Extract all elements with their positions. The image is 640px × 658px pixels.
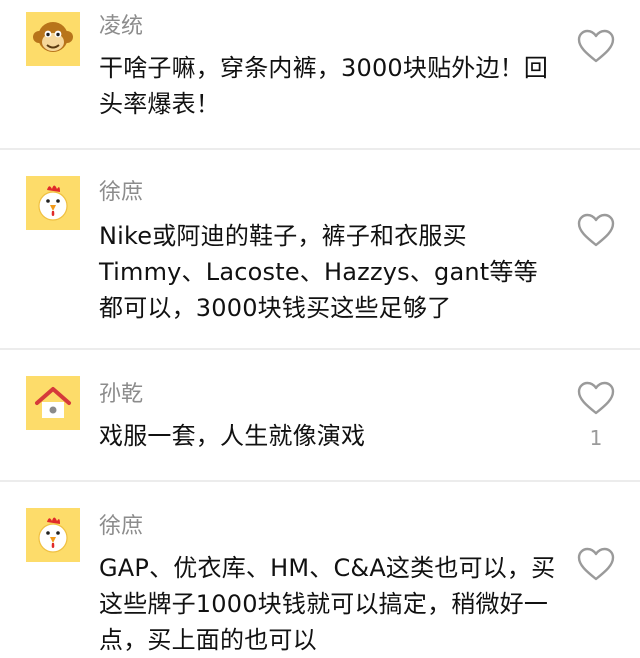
comment-username[interactable]: 徐庶	[99, 180, 143, 206]
monkey-avatar-icon	[33, 22, 73, 52]
comment-text: GAP、优衣库、HM、C&A这类也可以，买这些牌子1000块钱就可以搞定，稍微好…	[99, 554, 556, 654]
avatar[interactable]	[26, 376, 80, 430]
comment-text: Nike或阿迪的鞋子，裤子和衣服买Timmy、Lacoste、Hazzys、ga…	[99, 222, 538, 322]
heart-icon[interactable]	[576, 212, 616, 248]
comment-username[interactable]: 徐庶	[99, 514, 143, 540]
avatar[interactable]	[26, 12, 80, 66]
comment-text: 干啥子嘛，穿条内裤，3000块贴外边！回头率爆表！	[99, 54, 549, 118]
heart-icon[interactable]	[576, 546, 616, 582]
comment-username[interactable]: 凌统	[99, 14, 143, 40]
heart-icon[interactable]	[576, 28, 616, 64]
like-count: 1	[589, 426, 603, 450]
divider	[0, 148, 640, 150]
comment-text: 戏服一套，人生就像演戏	[99, 422, 366, 450]
divider	[0, 348, 640, 350]
divider	[0, 480, 640, 482]
avatar[interactable]	[26, 176, 80, 230]
chicken-avatar-icon	[38, 517, 68, 553]
avatar[interactable]	[26, 508, 80, 562]
heart-icon[interactable]	[576, 380, 616, 416]
house-avatar-icon	[35, 387, 71, 418]
comment-username[interactable]: 孙乾	[99, 382, 143, 408]
chicken-avatar-icon	[38, 185, 68, 221]
